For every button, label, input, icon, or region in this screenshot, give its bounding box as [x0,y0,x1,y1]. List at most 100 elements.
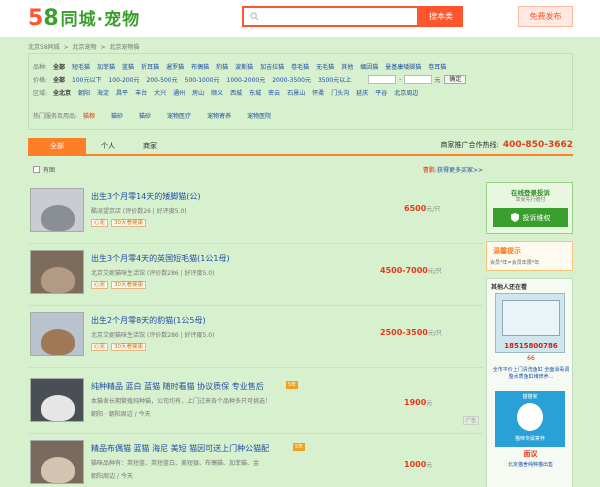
filter-option[interactable]: 房山 [192,88,204,97]
filter-option[interactable]: 折耳猫 [141,62,159,71]
filter-option[interactable]: 门头沟 [331,88,349,97]
filter-option[interactable]: 3500元以上 [318,75,351,84]
filter-option[interactable]: 1000-2000元 [227,75,266,84]
hot-link[interactable]: 猫粮 [83,111,95,120]
filter-option[interactable]: 丰台 [135,88,147,97]
listing-desc: 酷派望京店 (评价数26 | 好评度5.0) [91,208,187,215]
tab-all[interactable]: 全部 [28,138,86,154]
list-item[interactable]: 出生2个月零8天的豹猫(1公5母) 北京艾妮猫咪生活馆 (评价数286 | 好评… [28,306,483,368]
filter-option[interactable]: 无毛猫 [316,62,334,71]
others-viewing-title: 其他人还在看 [491,284,528,291]
promo-link-text: 获得更多买家>> [436,167,483,174]
filter-option[interactable]: 西城 [230,88,242,97]
filter-option[interactable]: 缅因猫 [360,62,378,71]
tab-personal[interactable]: 个人 [92,138,124,154]
filter-option[interactable]: 大兴 [154,88,166,97]
hot-link[interactable]: 猫砂 [111,111,123,120]
filter-option[interactable]: 全北京 [53,88,71,97]
filter-option[interactable]: 卷耳猫 [428,62,446,71]
listing-photo[interactable] [30,312,84,356]
filter-option[interactable]: 短毛猫 [72,62,90,71]
filter-option[interactable]: 全部 [53,75,65,84]
hot-link[interactable]: 宠物寄养 [207,111,231,120]
listing-price: 2500-3500元/只 [380,328,442,337]
breadcrumb-item[interactable]: 北京宠物猫 [109,44,139,51]
breadcrumb-sep: > [100,44,106,51]
filter-option[interactable]: 密云 [268,88,280,97]
breadcrumb-item[interactable]: 北京宠物 [73,44,97,51]
filter-option[interactable]: 100-200元 [108,75,139,84]
filter-option[interactable]: 100元以下 [72,75,101,84]
filter-option[interactable]: 昌平 [116,88,128,97]
tips-text: 会员*年=会员年限*年 [490,260,540,266]
complaint-button[interactable]: 投诉维权 [493,208,568,227]
listing-title[interactable]: 纯种精品 蓝白 蓝猫 随时看猫 协议质保 专业售后 [91,381,264,392]
price-max-input[interactable] [404,75,433,84]
filter-option[interactable]: 波斯猫 [235,62,253,71]
logo[interactable]: 58 同城·宠物 [28,5,140,31]
search-box[interactable] [242,6,419,27]
filter-option[interactable]: 平谷 [375,88,387,97]
filter-option[interactable]: 豹猫 [216,62,228,71]
price-min-input[interactable] [368,75,397,84]
listing-photo[interactable] [30,378,84,422]
listing-tags: 心宠 30天看健康 [91,343,149,351]
listing-title[interactable]: 出生3个月零4天的英国短毛猫(1公1母) [91,253,230,264]
filter-option[interactable]: 北京周边 [394,88,418,97]
listing-photo[interactable] [30,440,84,484]
filter-option[interactable]: 500-1000元 [185,75,220,84]
listing-title[interactable]: 出生2个月零8天的豹猫(1公5母) [91,315,206,326]
search-button[interactable]: 搜本类 [419,6,463,27]
ad-phone: 18515800786 [504,342,558,350]
listing-location: 朝阳 · 朝阳周边 / 今天 [91,411,151,418]
filter-option[interactable]: 蓝猫 [122,62,134,71]
price-value: 4500-7000 [380,266,428,275]
filter-option[interactable]: 卷毛猫 [291,62,309,71]
filter-option[interactable]: 延庆 [356,88,368,97]
filter-option[interactable]: 顺义 [211,88,223,97]
aquarium-ad-caption[interactable]: 全市平价上门清洗鱼缸 全面消毒调整水质鱼缸维修养... [491,367,571,381]
filter-option[interactable]: 加吉拉猫 [260,62,284,71]
filter-option[interactable]: 东城 [249,88,261,97]
filter-option[interactable]: 通州 [173,88,185,97]
hot-link[interactable]: 猫砂 [139,111,151,120]
tab-merchant[interactable]: 商家 [134,138,166,154]
filter-option[interactable]: 2000-3500元 [272,75,311,84]
filter-option[interactable]: 全部 [53,62,65,71]
filter-option[interactable]: 其他 [341,62,353,71]
promo-link[interactable]: 曹鹏:获得更多买家>> [423,165,483,174]
breadcrumb-item[interactable]: 北京58同城 [28,44,60,51]
listing-title[interactable]: 出生3个月零14天的矮脚猫(公) [91,191,201,202]
listing-photo[interactable] [30,250,84,294]
filter-option[interactable]: 朝阳 [78,88,90,97]
tag: 心宠 [91,219,109,227]
aquarium-ad-image[interactable]: 18515800786 66 [495,293,565,362]
hot-link[interactable]: 宠物医院 [247,111,271,120]
list-item[interactable]: 出生3个月零14天的矮脚猫(公) 酷派望京店 (评价数26 | 好评度5.0) … [28,182,483,244]
hot-link[interactable]: 宠物医疗 [167,111,191,120]
filter-option[interactable]: 怀柔 [312,88,324,97]
price-confirm-button[interactable]: 确定 [444,75,467,84]
filter-option[interactable]: 加菲猫 [97,62,115,71]
filter-option[interactable]: 曼基康矮脚猫 [385,62,421,71]
promo-link-prefix: 曹鹏: [422,167,437,174]
filter-option[interactable]: 200-500元 [147,75,178,84]
search-input[interactable] [264,9,414,24]
cat-boarding-ad-image[interactable]: 猫猫家 猫咪专属寄养 [495,391,565,447]
logo-text: 同城·宠物 [60,10,141,30]
listing-title[interactable]: 精品布偶猫 蓝猫 海尼 美短 猫因可送上门种公猫配 [91,443,269,454]
filter-option[interactable]: 布偶猫 [191,62,209,71]
listing-tags: 心宠 30天看健康 [91,281,149,289]
list-item[interactable]: 纯种精品 蓝白 蓝猫 随时看猫 协议质保 专业售后 5年 本猫舍长期繁殖纯种猫，… [28,372,483,434]
list-item[interactable]: 精品布偶猫 蓝猫 海尼 美短 猫因可送上门种公猫配 5年 猫咪品种有：英短蓝、英… [28,434,483,487]
filter-option[interactable]: 石景山 [287,88,305,97]
listing-photo[interactable] [30,188,84,232]
list-item[interactable]: 出生3个月零4天的英国短毛猫(1公1母) 北京艾妮猫咪生活馆 (评价数286 |… [28,244,483,306]
has-image-checkbox[interactable] [33,165,40,173]
price-separator: - [399,76,402,83]
post-free-button[interactable]: 免费发布 [518,6,573,27]
filter-option[interactable]: 海淀 [97,88,109,97]
ad2-caption[interactable]: 北京猫舍纯种猫出售 [489,461,572,468]
tips-panel: 温馨提示 会员*年=会员年限*年 [486,241,573,271]
filter-option[interactable]: 暹罗猫 [166,62,184,71]
